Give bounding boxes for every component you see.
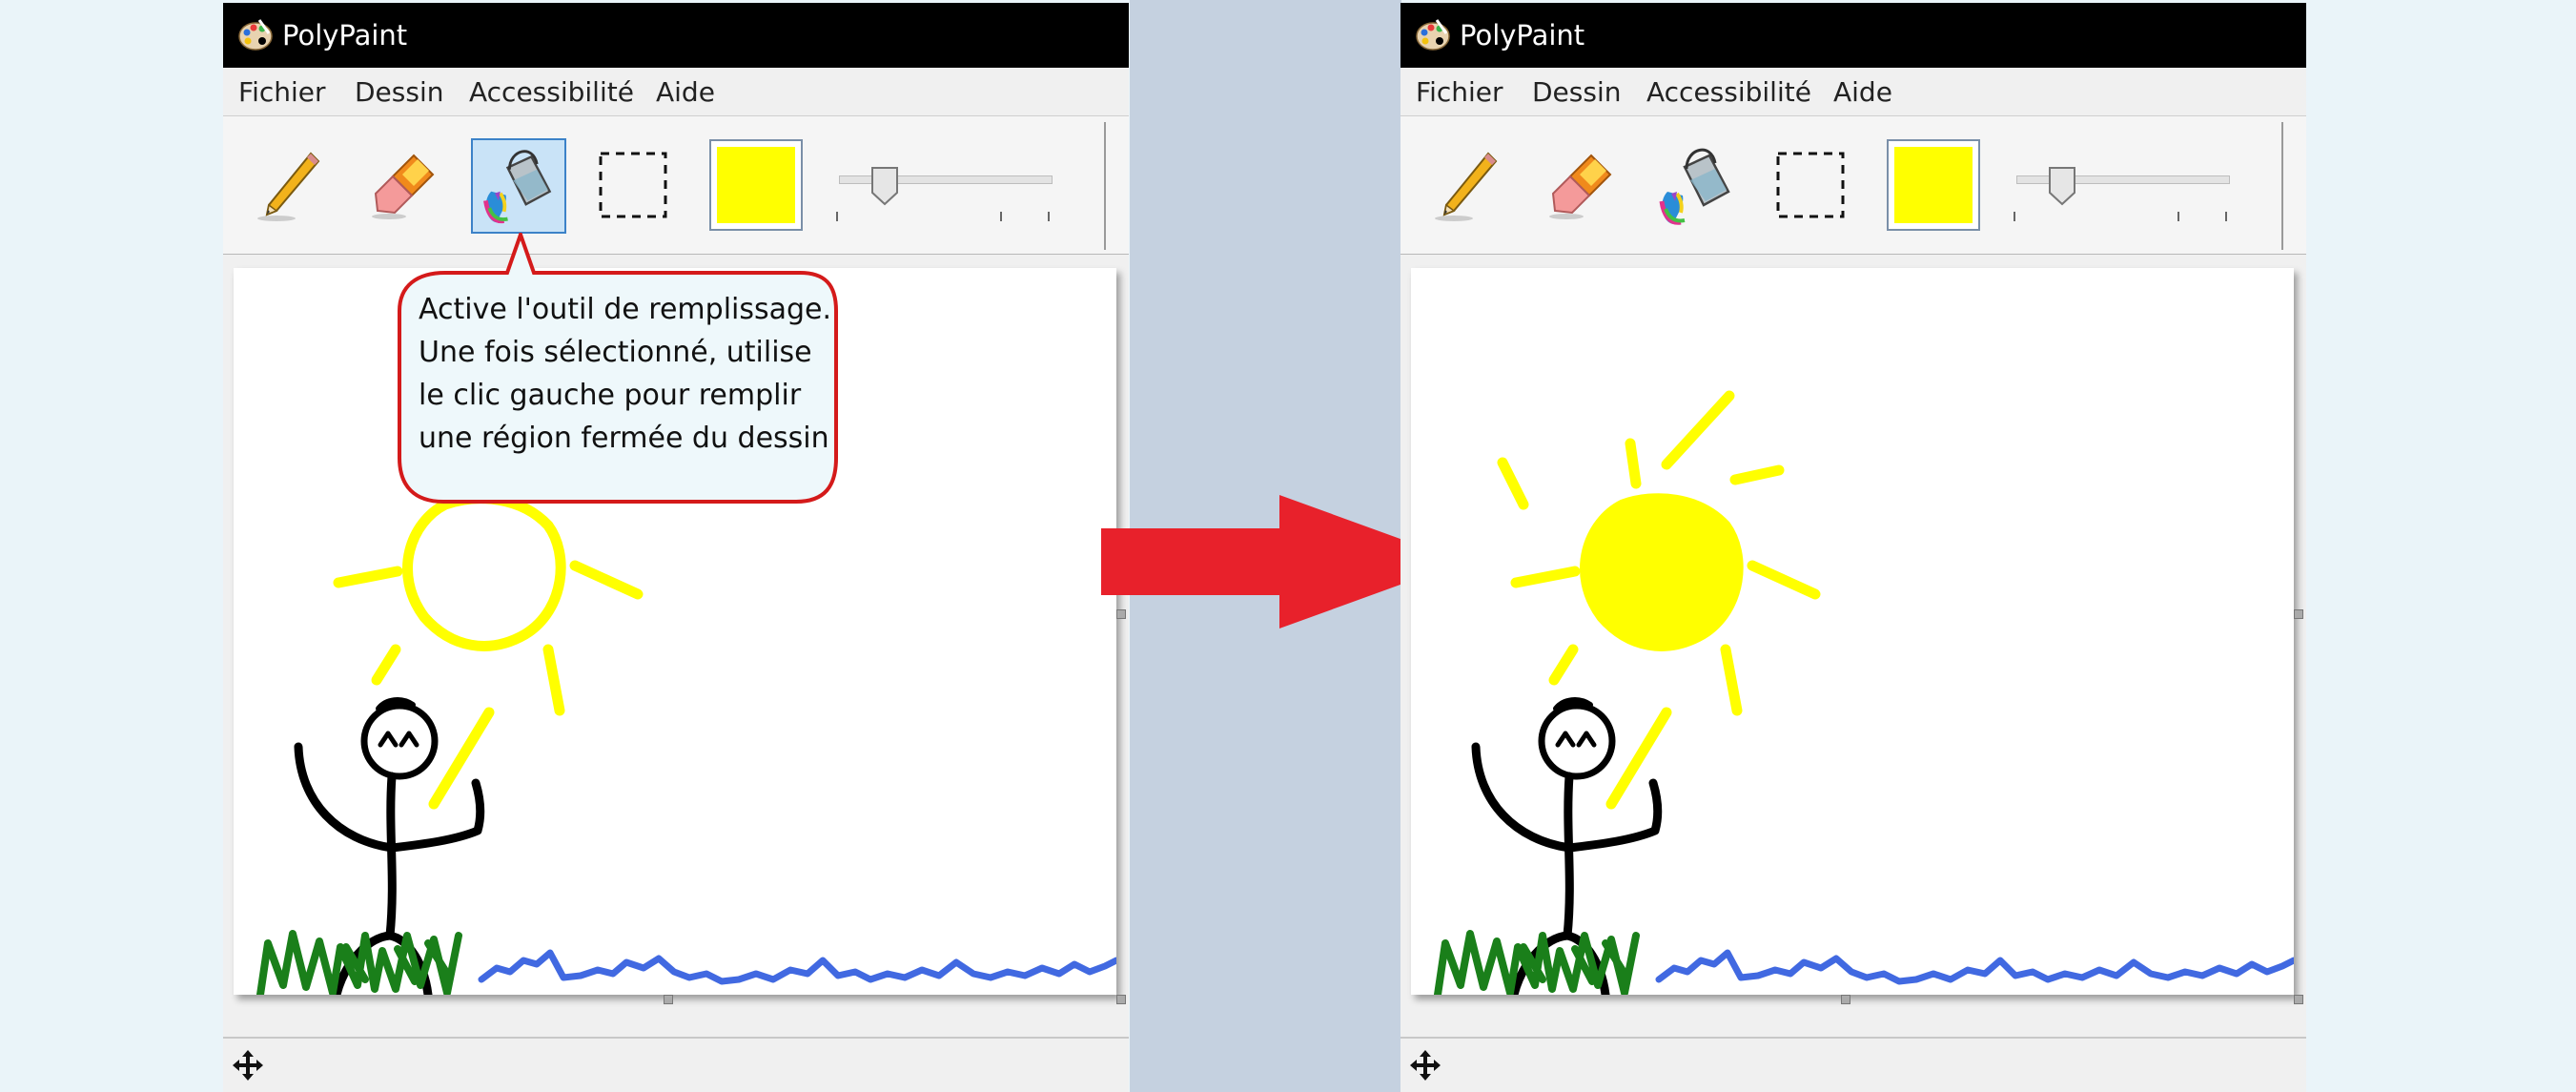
- menu-dessin[interactable]: Dessin: [1530, 75, 1624, 110]
- eraser-icon: [1549, 154, 1612, 219]
- tooltip-text: Active l'outil de remplissage. Une fois …: [419, 288, 848, 460]
- title-bar: PolyPaint: [1400, 3, 2306, 68]
- sun-ray: [333, 566, 403, 588]
- current-color-fill: [1894, 147, 1973, 223]
- sun-ray: [371, 644, 401, 686]
- eraser-tool-button[interactable]: [1534, 138, 1629, 234]
- sun-ray: [1497, 457, 1529, 510]
- sun-ray: [1747, 560, 1821, 600]
- resize-handle-bottom[interactable]: [1841, 995, 1850, 1004]
- paint-bucket-icon: [1659, 148, 1730, 225]
- toolbar-separator: [2281, 122, 2283, 250]
- toolbar: [1400, 115, 2306, 255]
- drawing-canvas[interactable]: [1411, 268, 2294, 995]
- move-cursor-icon: [233, 1050, 263, 1081]
- menu-dessin[interactable]: Dessin: [353, 75, 446, 110]
- menu-accessibilite[interactable]: Accessibilité: [467, 75, 636, 110]
- resize-handle-right[interactable]: [2294, 609, 2303, 619]
- fill-tool-button[interactable]: [471, 138, 566, 234]
- sun-filled: [1580, 493, 1744, 651]
- eraser-tool-button[interactable]: [357, 138, 452, 234]
- resize-handle-bottom[interactable]: [664, 995, 673, 1004]
- water: [478, 949, 1116, 985]
- resize-handle-corner[interactable]: [1116, 995, 1126, 1004]
- tooltip-line: une région fermée du dessin: [419, 422, 829, 455]
- menu-bar: Fichier Dessin Accessibilité Aide: [223, 68, 1129, 115]
- title-bar: PolyPaint: [223, 3, 1129, 68]
- pencil-tool-button[interactable]: [242, 138, 337, 234]
- polypaint-window-after: PolyPaint Fichier Dessin Accessibilité A…: [1400, 3, 2306, 1092]
- pencil-tool-button[interactable]: [1420, 138, 1515, 234]
- pencil-icon: [1435, 152, 1498, 221]
- window-title: PolyPaint: [282, 19, 408, 52]
- sun-ray: [1729, 464, 1785, 485]
- move-cursor-icon: [1410, 1050, 1441, 1081]
- sun-ray: [1548, 644, 1579, 686]
- selection-rectangle-icon: [599, 152, 667, 218]
- slider-thumb[interactable]: [2011, 155, 2239, 231]
- fill-tool-tooltip: Active l'outil de remplissage. Une fois …: [398, 233, 851, 530]
- window-title: PolyPaint: [1460, 19, 1585, 52]
- sun-ray: [1720, 644, 1743, 716]
- menu-fichier[interactable]: Fichier: [1414, 75, 1505, 110]
- current-color-swatch[interactable]: [709, 139, 803, 231]
- current-color-swatch[interactable]: [1887, 139, 1980, 231]
- eraser-icon: [372, 154, 435, 219]
- tooltip-line: Active l'outil de remplissage.: [419, 293, 832, 326]
- tooltip-line: Une fois sélectionné, utilise: [419, 336, 812, 369]
- sun-ray: [569, 560, 644, 600]
- fill-tool-button[interactable]: [1648, 138, 1744, 234]
- sun-ray: [1510, 566, 1581, 588]
- pencil-icon: [257, 152, 320, 221]
- paint-bucket-icon: [483, 150, 552, 224]
- sun-ray: [1661, 390, 1735, 470]
- drawing-svg: [1434, 390, 2294, 995]
- toolbar-separator: [1104, 122, 1106, 250]
- polypaint-window-before: PolyPaint Fichier Dessin Accessibilité A…: [223, 3, 1129, 1092]
- drawing-workspace: [1400, 255, 2306, 1037]
- selection-tool-button[interactable]: [1763, 138, 1858, 234]
- menu-fichier[interactable]: Fichier: [236, 75, 328, 110]
- selection-tool-button[interactable]: [585, 138, 681, 234]
- palette-icon: [1416, 19, 1450, 51]
- menu-aide[interactable]: Aide: [654, 75, 717, 110]
- sun-ray: [1625, 438, 1642, 489]
- status-bar: [223, 1037, 1129, 1092]
- menu-aide[interactable]: Aide: [1831, 75, 1894, 110]
- slider-thumb[interactable]: [833, 155, 1062, 231]
- current-color-fill: [717, 147, 795, 223]
- stroke-size-slider[interactable]: [2011, 155, 2239, 231]
- resize-handle-corner[interactable]: [2294, 995, 2303, 1004]
- selection-rectangle-icon: [1776, 152, 1845, 218]
- water: [1655, 949, 2294, 985]
- tooltip-line: le clic gauche pour remplir: [419, 379, 802, 412]
- menu-bar: Fichier Dessin Accessibilité Aide: [1400, 68, 2306, 115]
- sun-ray: [542, 644, 565, 716]
- status-bar: [1400, 1037, 2306, 1092]
- palette-icon: [238, 19, 273, 51]
- menu-accessibilite[interactable]: Accessibilité: [1645, 75, 1813, 110]
- stroke-size-slider[interactable]: [833, 155, 1062, 231]
